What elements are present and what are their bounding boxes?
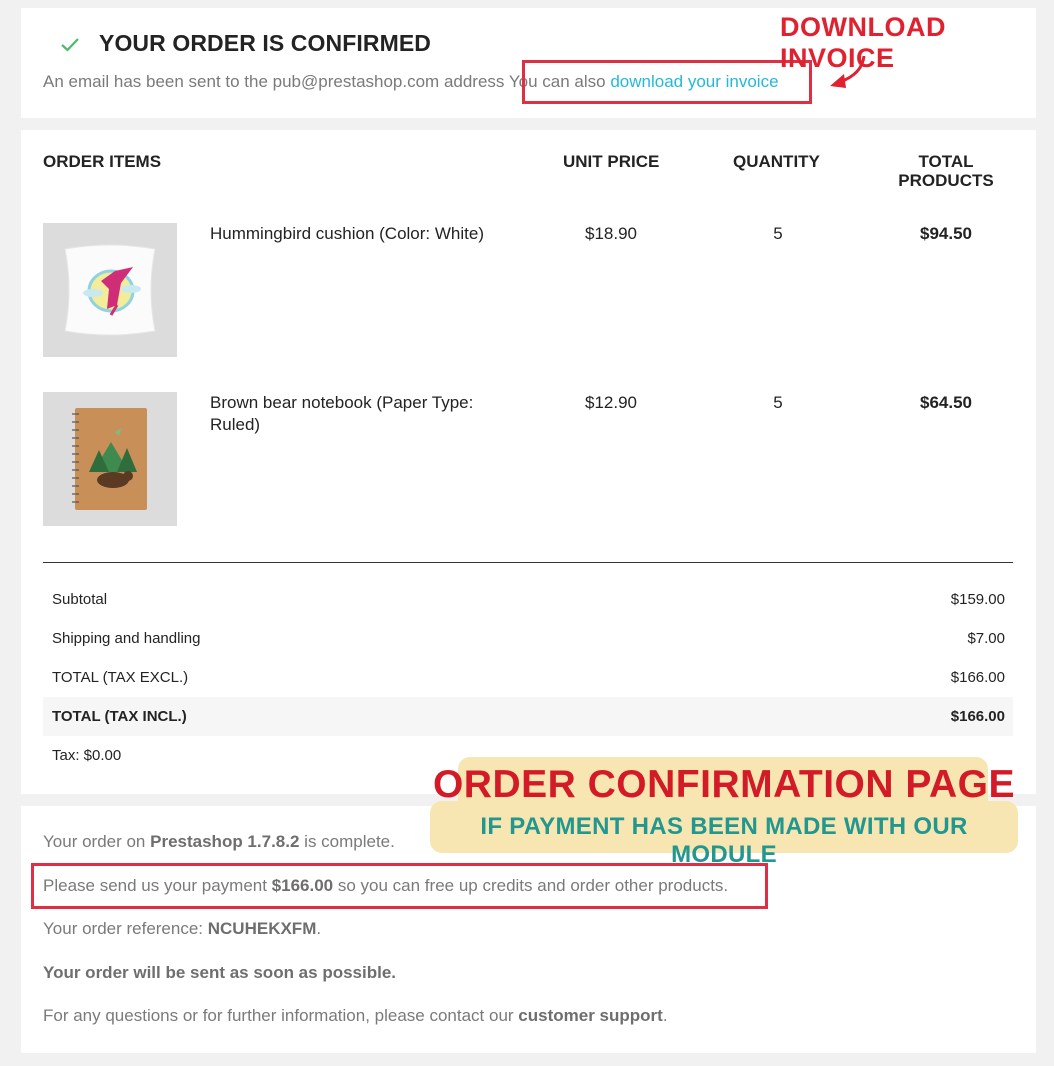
totals-row-tax-incl: TOTAL (TAX INCL.) $166.00	[43, 697, 1013, 736]
cushion-image	[43, 223, 177, 357]
notebook-image	[43, 392, 177, 526]
product-name-notebook[interactable]: Brown bear notebook (Paper Type: Ruled)	[210, 392, 490, 436]
complete-suffix: is complete.	[299, 832, 395, 851]
total-notebook: $64.50	[920, 393, 972, 412]
order-confirmation-banner: ORDER CONFIRMATION PAGE IF PAYMENT HAS B…	[430, 757, 1018, 868]
header-quantity: QUANTITY	[733, 152, 820, 171]
product-image-cushion[interactable]	[43, 223, 177, 357]
support-suffix: .	[662, 1006, 668, 1025]
order-items-card: ORDER ITEMS UNIT PRICE QUANTITY TOTAL PR…	[21, 130, 1036, 794]
curved-arrow-icon	[830, 55, 866, 88]
confirmation-title: YOUR ORDER IS CONFIRMED	[99, 30, 431, 56]
check-icon	[61, 38, 79, 52]
order-reference-text: Your order reference: NCUHEKXFM.	[43, 919, 321, 939]
header-order-items: ORDER ITEMS	[43, 152, 162, 171]
product-image-notebook[interactable]	[43, 392, 177, 526]
totals-row-tax-excl: TOTAL (TAX EXCL.) $166.00	[43, 658, 1013, 697]
shipping-value: $7.00	[967, 630, 1005, 647]
tax-text: Tax: $0.00	[52, 747, 122, 764]
order-reference: NCUHEKXFM	[207, 919, 317, 938]
shipping-note-text: Your order will be sent as soon as possi…	[43, 963, 396, 982]
tax-incl-label: TOTAL (TAX INCL.)	[52, 708, 187, 725]
unit-price-notebook: $12.90	[585, 393, 637, 412]
order-complete-text: Your order on Prestashop 1.7.8.2 is comp…	[43, 832, 395, 852]
reference-suffix: .	[316, 919, 322, 938]
banner-title: ORDER CONFIRMATION PAGE	[432, 763, 1016, 806]
support-prefix: For any questions or for further informa…	[43, 1006, 519, 1025]
total-cushion: $94.50	[920, 224, 972, 243]
totals-row-shipping: Shipping and handling $7.00	[43, 619, 1013, 658]
subtotal-label: Subtotal	[52, 591, 108, 608]
quantity-notebook: 5	[773, 393, 783, 412]
header-total-line2: PRODUCTS	[898, 171, 994, 190]
customer-support-link[interactable]: customer support	[518, 1006, 663, 1025]
tax-incl-value: $166.00	[950, 708, 1005, 725]
table-divider	[43, 562, 1013, 563]
reference-prefix: Your order reference:	[43, 919, 208, 938]
tax-excl-value: $166.00	[950, 669, 1005, 686]
banner-subtitle: IF PAYMENT HAS BEEN MADE WITH OUR MODULE	[480, 813, 968, 868]
header-total-line1: TOTAL	[918, 152, 974, 171]
totals-row-subtotal: Subtotal $159.00	[43, 580, 1013, 619]
payment-highlight-box	[31, 863, 768, 909]
header-total-products: TOTAL PRODUCTS	[896, 152, 996, 190]
invoice-highlight-box	[522, 60, 812, 104]
header-unit-price: UNIT PRICE	[563, 152, 660, 171]
download-invoice-annotation: DOWNLOAD INVOICE	[780, 12, 946, 73]
subtotal-value: $159.00	[950, 591, 1005, 608]
shipping-label: Shipping and handling	[52, 630, 201, 647]
product-name-cushion[interactable]: Hummingbird cushion (Color: White)	[210, 223, 490, 245]
shop-name: Prestashop 1.7.8.2	[150, 832, 300, 851]
complete-prefix: Your order on	[43, 832, 151, 851]
tax-excl-label: TOTAL (TAX EXCL.)	[52, 669, 189, 686]
shipping-note: Your order will be sent as soon as possi…	[43, 963, 396, 983]
quantity-cushion: 5	[773, 224, 783, 243]
unit-price-cushion: $18.90	[585, 224, 637, 243]
support-text: For any questions or for further informa…	[43, 1006, 668, 1026]
email-notice-text: An email has been sent to the pub@presta…	[43, 72, 505, 91]
